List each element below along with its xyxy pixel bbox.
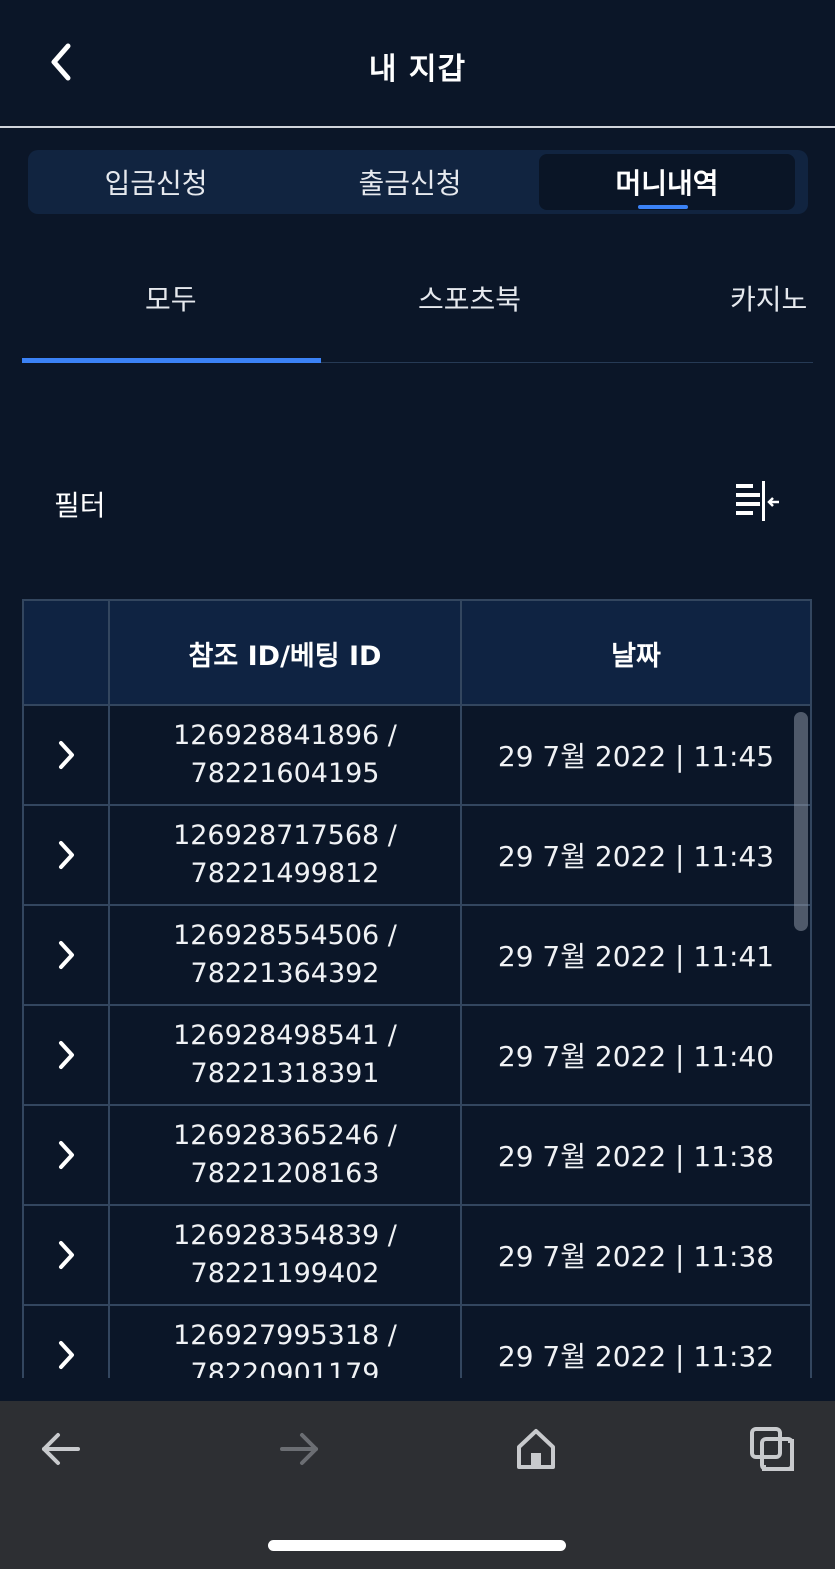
chevron-right-icon — [59, 741, 74, 769]
money-history-table: 참조 ID/베팅 ID 날짜 126928841896 / 7822160419… — [22, 599, 812, 1378]
home-icon — [517, 1429, 555, 1469]
browser-forward-button[interactable] — [274, 1425, 322, 1473]
table-row[interactable]: 126928365246 / 78221208163 29 7월 2022 | … — [24, 1106, 810, 1206]
table-header: 참조 ID/베팅 ID 날짜 — [24, 599, 810, 706]
page-title: 내 지갑 — [368, 52, 467, 87]
table-scrollbar[interactable] — [794, 712, 808, 931]
bet-id: 78221364392 — [190, 958, 380, 989]
reference-id: 126928498541 / — [173, 1020, 397, 1051]
date-cell: 29 7월 2022 | 11:38 — [497, 1240, 775, 1273]
browser-home-button[interactable] — [512, 1425, 560, 1473]
tab-withdraw-request[interactable]: 출금신청 — [282, 154, 538, 210]
expand-row-button[interactable] — [24, 906, 108, 1004]
browser-tabs-button[interactable] — [748, 1425, 796, 1473]
date-cell: 29 7월 2022 | 11:45 — [497, 740, 775, 773]
reference-id: 126928717568 / — [173, 820, 397, 851]
expand-row-button[interactable] — [24, 1206, 108, 1304]
tab-money-history[interactable]: 머니내역 — [539, 154, 795, 210]
active-subtab-indicator — [22, 358, 321, 363]
wallet-tabs: 입금신청 출금신청 머니내역 — [28, 150, 808, 214]
table-row[interactable]: 126928554506 / 78221364392 29 7월 2022 | … — [24, 906, 810, 1006]
home-indicator[interactable] — [268, 1540, 566, 1551]
chevron-right-icon — [59, 1241, 74, 1269]
expand-row-button[interactable] — [24, 1106, 108, 1204]
date-cell: 29 7월 2022 | 11:41 — [497, 940, 775, 973]
reference-id-cell: 126928841896 / 78221604195 — [110, 706, 460, 804]
tab-sportsbook[interactable]: 스포츠북 — [418, 278, 521, 318]
table-row[interactable]: 126928841896 / 78221604195 29 7월 2022 | … — [24, 706, 810, 806]
table-row[interactable]: 126927995318 / 78220901179 29 7월 2022 | … — [24, 1306, 810, 1378]
tab-casino[interactable]: 카지노 — [730, 278, 807, 318]
reference-id-cell: 126928554506 / 78221364392 — [110, 906, 460, 1004]
expand-row-button[interactable] — [24, 1006, 108, 1104]
expand-row-button[interactable] — [24, 806, 108, 904]
reference-id: 126928554506 / — [173, 920, 397, 951]
column-header-date: 날짜 — [611, 641, 661, 672]
filter-toggle-button[interactable] — [733, 480, 781, 528]
chevron-right-icon — [59, 841, 74, 869]
filter-label: 필터 — [54, 489, 106, 522]
back-arrow-icon — [42, 1433, 80, 1465]
chevron-right-icon — [59, 941, 74, 969]
bet-id: 78221199402 — [190, 1258, 380, 1289]
browser-toolbar — [0, 1401, 835, 1569]
date-cell: 29 7월 2022 | 11:38 — [497, 1140, 775, 1173]
reference-id: 126928354839 / — [173, 1220, 397, 1251]
date-cell: 29 7월 2022 | 11:43 — [497, 840, 775, 873]
tabs-icon — [750, 1427, 794, 1471]
expand-row-button[interactable] — [24, 1306, 108, 1378]
chevron-right-icon — [59, 1341, 74, 1369]
table-row[interactable]: 126928717568 / 78221499812 29 7월 2022 | … — [24, 806, 810, 906]
bet-id: 78221499812 — [190, 858, 380, 889]
reference-id-cell: 126928365246 / 78221208163 — [110, 1106, 460, 1204]
reference-id: 126928365246 / — [173, 1120, 397, 1151]
filter-collapse-icon — [736, 481, 779, 521]
bet-id: 78220901179 — [190, 1358, 380, 1378]
bet-id: 78221318391 — [190, 1058, 380, 1089]
tab-deposit-request[interactable]: 입금신청 — [28, 154, 284, 210]
bet-id: 78221208163 — [190, 1158, 380, 1189]
date-cell: 29 7월 2022 | 11:32 — [497, 1340, 775, 1373]
column-header-expand — [24, 601, 108, 706]
forward-arrow-icon — [280, 1433, 318, 1465]
browser-back-button[interactable] — [38, 1425, 86, 1473]
app-header: 내 지갑 — [0, 0, 835, 128]
active-tab-indicator — [638, 205, 688, 209]
reference-id: 126927995318 / — [173, 1320, 397, 1351]
expand-row-button[interactable] — [24, 706, 108, 804]
reference-id-cell: 126928717568 / 78221499812 — [110, 806, 460, 904]
column-header-ref-id: 참조 ID/베팅 ID — [188, 641, 382, 672]
table-row[interactable]: 126928354839 / 78221199402 29 7월 2022 | … — [24, 1206, 810, 1306]
tab-all[interactable]: 모두 — [145, 278, 197, 318]
chevron-right-icon — [59, 1141, 74, 1169]
table-row[interactable]: 126928498541 / 78221318391 29 7월 2022 | … — [24, 1006, 810, 1106]
reference-id-cell: 126927995318 / 78220901179 — [110, 1306, 460, 1378]
bet-id: 78221604195 — [190, 758, 380, 789]
date-cell: 29 7월 2022 | 11:40 — [497, 1040, 775, 1073]
reference-id-cell: 126928354839 / 78221199402 — [110, 1206, 460, 1304]
reference-id: 126928841896 / — [173, 720, 397, 751]
reference-id-cell: 126928498541 / 78221318391 — [110, 1006, 460, 1104]
category-tabs: 모두 스포츠북 카지노 — [22, 260, 813, 363]
chevron-right-icon — [59, 1041, 74, 1069]
